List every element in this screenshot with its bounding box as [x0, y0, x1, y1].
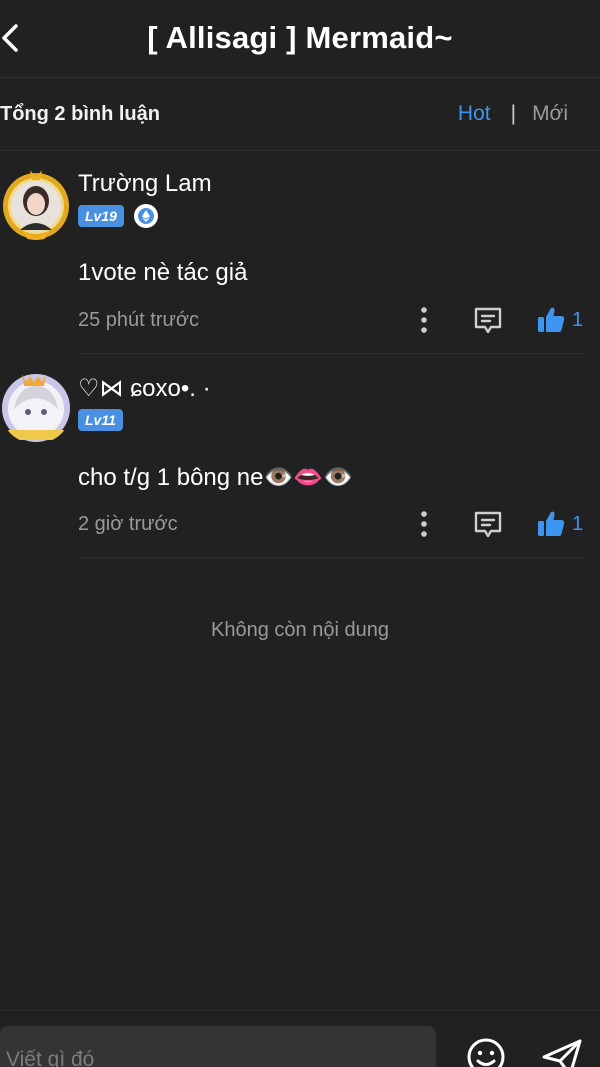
send-button[interactable] — [540, 1037, 584, 1067]
sort-switch: Hot | Mới — [458, 102, 568, 126]
like-button[interactable]: 1 — [536, 508, 596, 540]
thumbs-up-icon — [538, 307, 565, 332]
sort-new-tab[interactable]: Mới — [532, 102, 568, 125]
avatar[interactable] — [0, 168, 72, 240]
comment-username[interactable]: Trường Lam — [78, 170, 212, 198]
level-badge: Lv19 — [78, 205, 124, 227]
divider — [78, 353, 586, 354]
sort-hot-tab[interactable]: Hot — [458, 102, 491, 125]
page-title: [ Allisagi ] Mermaid~ — [147, 20, 453, 55]
user-badges: Lv19 — [78, 204, 158, 228]
comments-toolbar: Tổng 2 bình luận Hot | Mới — [0, 79, 600, 151]
comment-icon — [474, 307, 502, 334]
more-options-button[interactable] — [418, 304, 430, 336]
reply-button[interactable] — [472, 304, 504, 336]
divider — [78, 557, 586, 558]
send-icon — [542, 1039, 582, 1067]
comment-composer — [0, 1010, 600, 1067]
end-of-list-message: Không còn nội dung — [211, 619, 389, 641]
avatar-frame-anime — [2, 374, 70, 442]
comment-username[interactable]: ♡⋈ ɕoxo•. · — [78, 374, 211, 403]
comment-actions: 1 — [0, 304, 600, 336]
avatar-frame-gold — [3, 170, 69, 240]
more-vertical-icon — [421, 511, 427, 537]
ethereum-icon — [133, 204, 158, 228]
top-bar: [ Allisagi ] Mermaid~ — [0, 0, 600, 78]
comment-actions: 1 — [0, 508, 600, 540]
comment-input[interactable] — [0, 1026, 436, 1067]
sort-separator: | — [510, 102, 517, 125]
comment-text: cho t/g 1 bông ne👁️👄👁️ — [78, 464, 354, 491]
comment-text: 1vote nè tác giả — [78, 259, 248, 286]
level-badge: Lv11 — [78, 409, 123, 431]
user-badges: Lv11 — [78, 409, 123, 431]
comment-count: Tổng 2 bình luận — [0, 103, 160, 125]
emoji-button[interactable] — [466, 1037, 506, 1067]
like-button[interactable]: 1 — [536, 304, 596, 336]
avatar[interactable] — [0, 372, 72, 444]
like-count: 1 — [572, 308, 584, 331]
more-vertical-icon — [421, 307, 427, 333]
thumbs-up-icon — [538, 511, 565, 536]
comment-icon — [474, 511, 502, 538]
like-count: 1 — [572, 512, 584, 535]
smiley-icon — [467, 1038, 505, 1067]
reply-button[interactable] — [472, 508, 504, 540]
more-options-button[interactable] — [418, 508, 430, 540]
